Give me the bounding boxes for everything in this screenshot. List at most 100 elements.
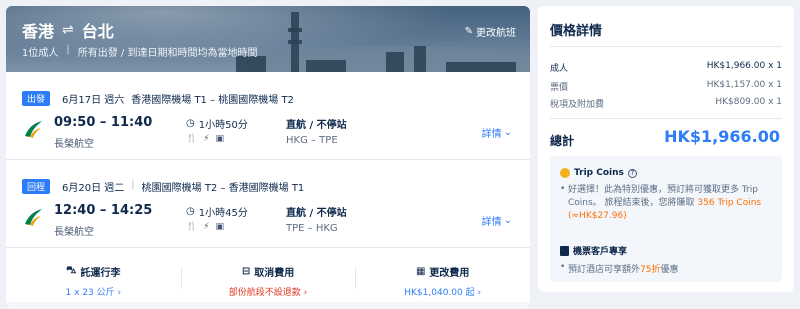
fare-label: 票價 (550, 83, 569, 93)
trip-coins-title: Trip Coins (574, 168, 624, 178)
adult-price-row: 成人 HK$1,966.00 x 1 (550, 61, 782, 74)
cancel-value-text: 部份航段不設退款 (228, 288, 301, 298)
building-icon (560, 245, 569, 256)
segment-date: 6月17日 週六 (62, 95, 125, 106)
adult-label: 成人 (550, 64, 569, 74)
power-icon: ⚡ (203, 222, 210, 232)
building-shape (306, 60, 346, 72)
cancel-title: ⊟ 取消費用 (181, 264, 356, 279)
calendar-icon: ▦ (415, 266, 426, 277)
change-title: ▦ 更改費用 (355, 264, 530, 279)
cancel-icon: ⊟ (241, 266, 251, 277)
luggage-icon: ⛍ (66, 265, 77, 276)
tax-value: HK$809.00 x 1 (715, 97, 782, 107)
vip-title: 機票客戶專享 (573, 247, 628, 257)
airport-codes: HKG – TPE (286, 135, 338, 146)
cancel-value: 部份航段不設退款 › (181, 285, 356, 298)
round-trip-icon: ⇌ (62, 22, 74, 38)
cancel-title-label: 取消費用 (254, 268, 295, 279)
entertainment-icon: ▣ (215, 134, 225, 144)
next-section-edge (6, 302, 530, 309)
divider (550, 118, 782, 119)
amenities: 🍴 ⚡ ▣ (186, 222, 224, 232)
destination-city: 台北 (81, 22, 114, 41)
trip-subinfo: 1位成人 | 所有出發 / 到達日期和時間均為當地時間 (22, 44, 257, 59)
flight-times: 09:50 – 11:40 (54, 115, 153, 130)
segment-route: 桃園國際機場 T2 – 香港國際機場 T1 (141, 183, 305, 194)
direct-flight-label: 直航 / 不停站 (286, 208, 347, 219)
change-flight-label: 更改航班 (476, 28, 516, 39)
building-shape (446, 62, 516, 72)
cancel-fee-info[interactable]: ⊟ 取消費用 部份航段不設退款 › (180, 249, 356, 299)
entertainment-icon: ▣ (215, 222, 225, 232)
bullet-icon: • (560, 262, 566, 272)
power-icon: ⚡ (203, 134, 210, 144)
change-value: HK$1,040.00 起 › (355, 285, 530, 298)
airline-name: 長榮航空 (54, 139, 94, 150)
route-title: 香港 ⇌ 台北 (22, 18, 114, 42)
change-fee-info[interactable]: ▦ 更改費用 HK$1,040.00 起 › (355, 249, 530, 299)
chevron-down-icon: ⌄ (503, 215, 512, 226)
eva-air-logo-icon (25, 121, 42, 138)
total-label: 總計 (550, 134, 575, 148)
change-value-text: HK$1,040.00 起 (404, 288, 475, 298)
timezone-note: 所有出發 / 到達日期和時間均為當地時間 (77, 48, 258, 59)
fare-value: HK$1,157.00 x 1 (706, 80, 782, 90)
tax-label: 稅項及附加費 (550, 100, 605, 110)
details-label: 詳情 (481, 217, 502, 228)
trip-coins-header: Trip Coins ? (560, 168, 637, 178)
duration-text: 1小時50分 (198, 120, 248, 131)
chevron-right-icon: › (477, 288, 482, 298)
tax-row: 稅項及附加費 HK$809.00 x 1 (550, 97, 782, 110)
divider: | (131, 179, 135, 190)
policy-summary: ⛍ 託運行李 1 x 23 公斤 › ⊟ 取消費用 部份航段不設退款 › ▦ 更… (6, 249, 530, 299)
chevron-down-icon: ⌄ (503, 127, 512, 138)
vip-text-b: 優惠 (660, 265, 679, 275)
tower-shape (288, 28, 302, 32)
details-label: 詳情 (481, 129, 502, 140)
vip-text-a: 預訂酒店可享額外 (568, 265, 641, 275)
segment-date: 6月20日 週二 (62, 183, 125, 194)
direct-flight-label: 直航 / 不停站 (286, 120, 347, 131)
airport-codes: TPE – HKG (286, 223, 338, 234)
change-flight-button[interactable]: ✎ 更改航班 (465, 24, 516, 39)
baggage-value: 1 x 23 公斤 › (6, 285, 181, 298)
vip-discount: 75折 (640, 265, 661, 275)
price-details-card: 價格詳情 成人 HK$1,966.00 x 1 票價 HK$1,157.00 x… (538, 6, 794, 292)
edit-icon: ✎ (464, 26, 473, 37)
segment-header: 6月17日 週六 香港國際機場 T1 – 桃園國際機場 T2 (62, 91, 294, 106)
details-link[interactable]: 詳情 ⌄ (482, 213, 512, 228)
bullet-icon: • (560, 184, 566, 194)
chevron-right-icon: › (117, 288, 122, 298)
meal-icon: 🍴 (186, 222, 198, 232)
amenities: 🍴 ⚡ ▣ (186, 134, 224, 144)
airline-name: 長榮航空 (54, 227, 94, 238)
total-price: HK$1,966.00 (664, 127, 780, 146)
segment-tag: 回程 (22, 179, 51, 194)
clock-icon: ◷ (186, 206, 195, 217)
segment-route: 香港國際機場 T1 – 桃園國際機場 T2 (131, 95, 294, 106)
help-icon[interactable]: ? (627, 168, 637, 178)
flight-duration: ◷ 1小時45分 (186, 204, 248, 219)
origin-city: 香港 (22, 22, 55, 41)
passenger-count: 1位成人 (22, 48, 59, 59)
flight-times: 12:40 – 14:25 (54, 203, 153, 218)
clock-icon: ◷ (186, 118, 195, 129)
flight-segment-outbound: 出發 6月17日 週六 香港國際機場 T1 – 桃園國際機場 T2 09:50 … (6, 72, 530, 160)
baggage-info[interactable]: ⛍ 託運行李 1 x 23 公斤 › (6, 249, 181, 299)
duration-text: 1小時45分 (198, 208, 248, 219)
building-shape (414, 46, 426, 72)
trip-coins-box: Trip Coins ? • 好選擇！此為特別優惠，預訂將可獲取更多 Trip … (550, 156, 782, 282)
flight-duration: ◷ 1小時50分 (186, 116, 248, 131)
trip-coins-text: 好選擇！此為特別優惠，預訂將可獲取更多 Trip Coins。 旅程結束後，您將… (568, 184, 774, 223)
change-title-label: 更改費用 (429, 268, 470, 279)
flight-segment-return: 回程 6月20日 週二 | 桃園國際機場 T2 – 香港國際機場 T1 12:4… (6, 160, 530, 248)
chevron-right-icon: › (303, 288, 308, 298)
meal-icon: 🍴 (186, 134, 198, 144)
adult-value: HK$1,966.00 x 1 (706, 61, 782, 71)
details-link[interactable]: 詳情 ⌄ (482, 125, 512, 140)
divider (550, 46, 782, 47)
segment-tag: 出發 (22, 91, 51, 106)
price-title: 價格詳情 (550, 24, 603, 39)
itinerary-card: 香港 ⇌ 台北 1位成人 | 所有出發 / 到達日期和時間均為當地時間 ✎ 更改… (6, 6, 530, 309)
